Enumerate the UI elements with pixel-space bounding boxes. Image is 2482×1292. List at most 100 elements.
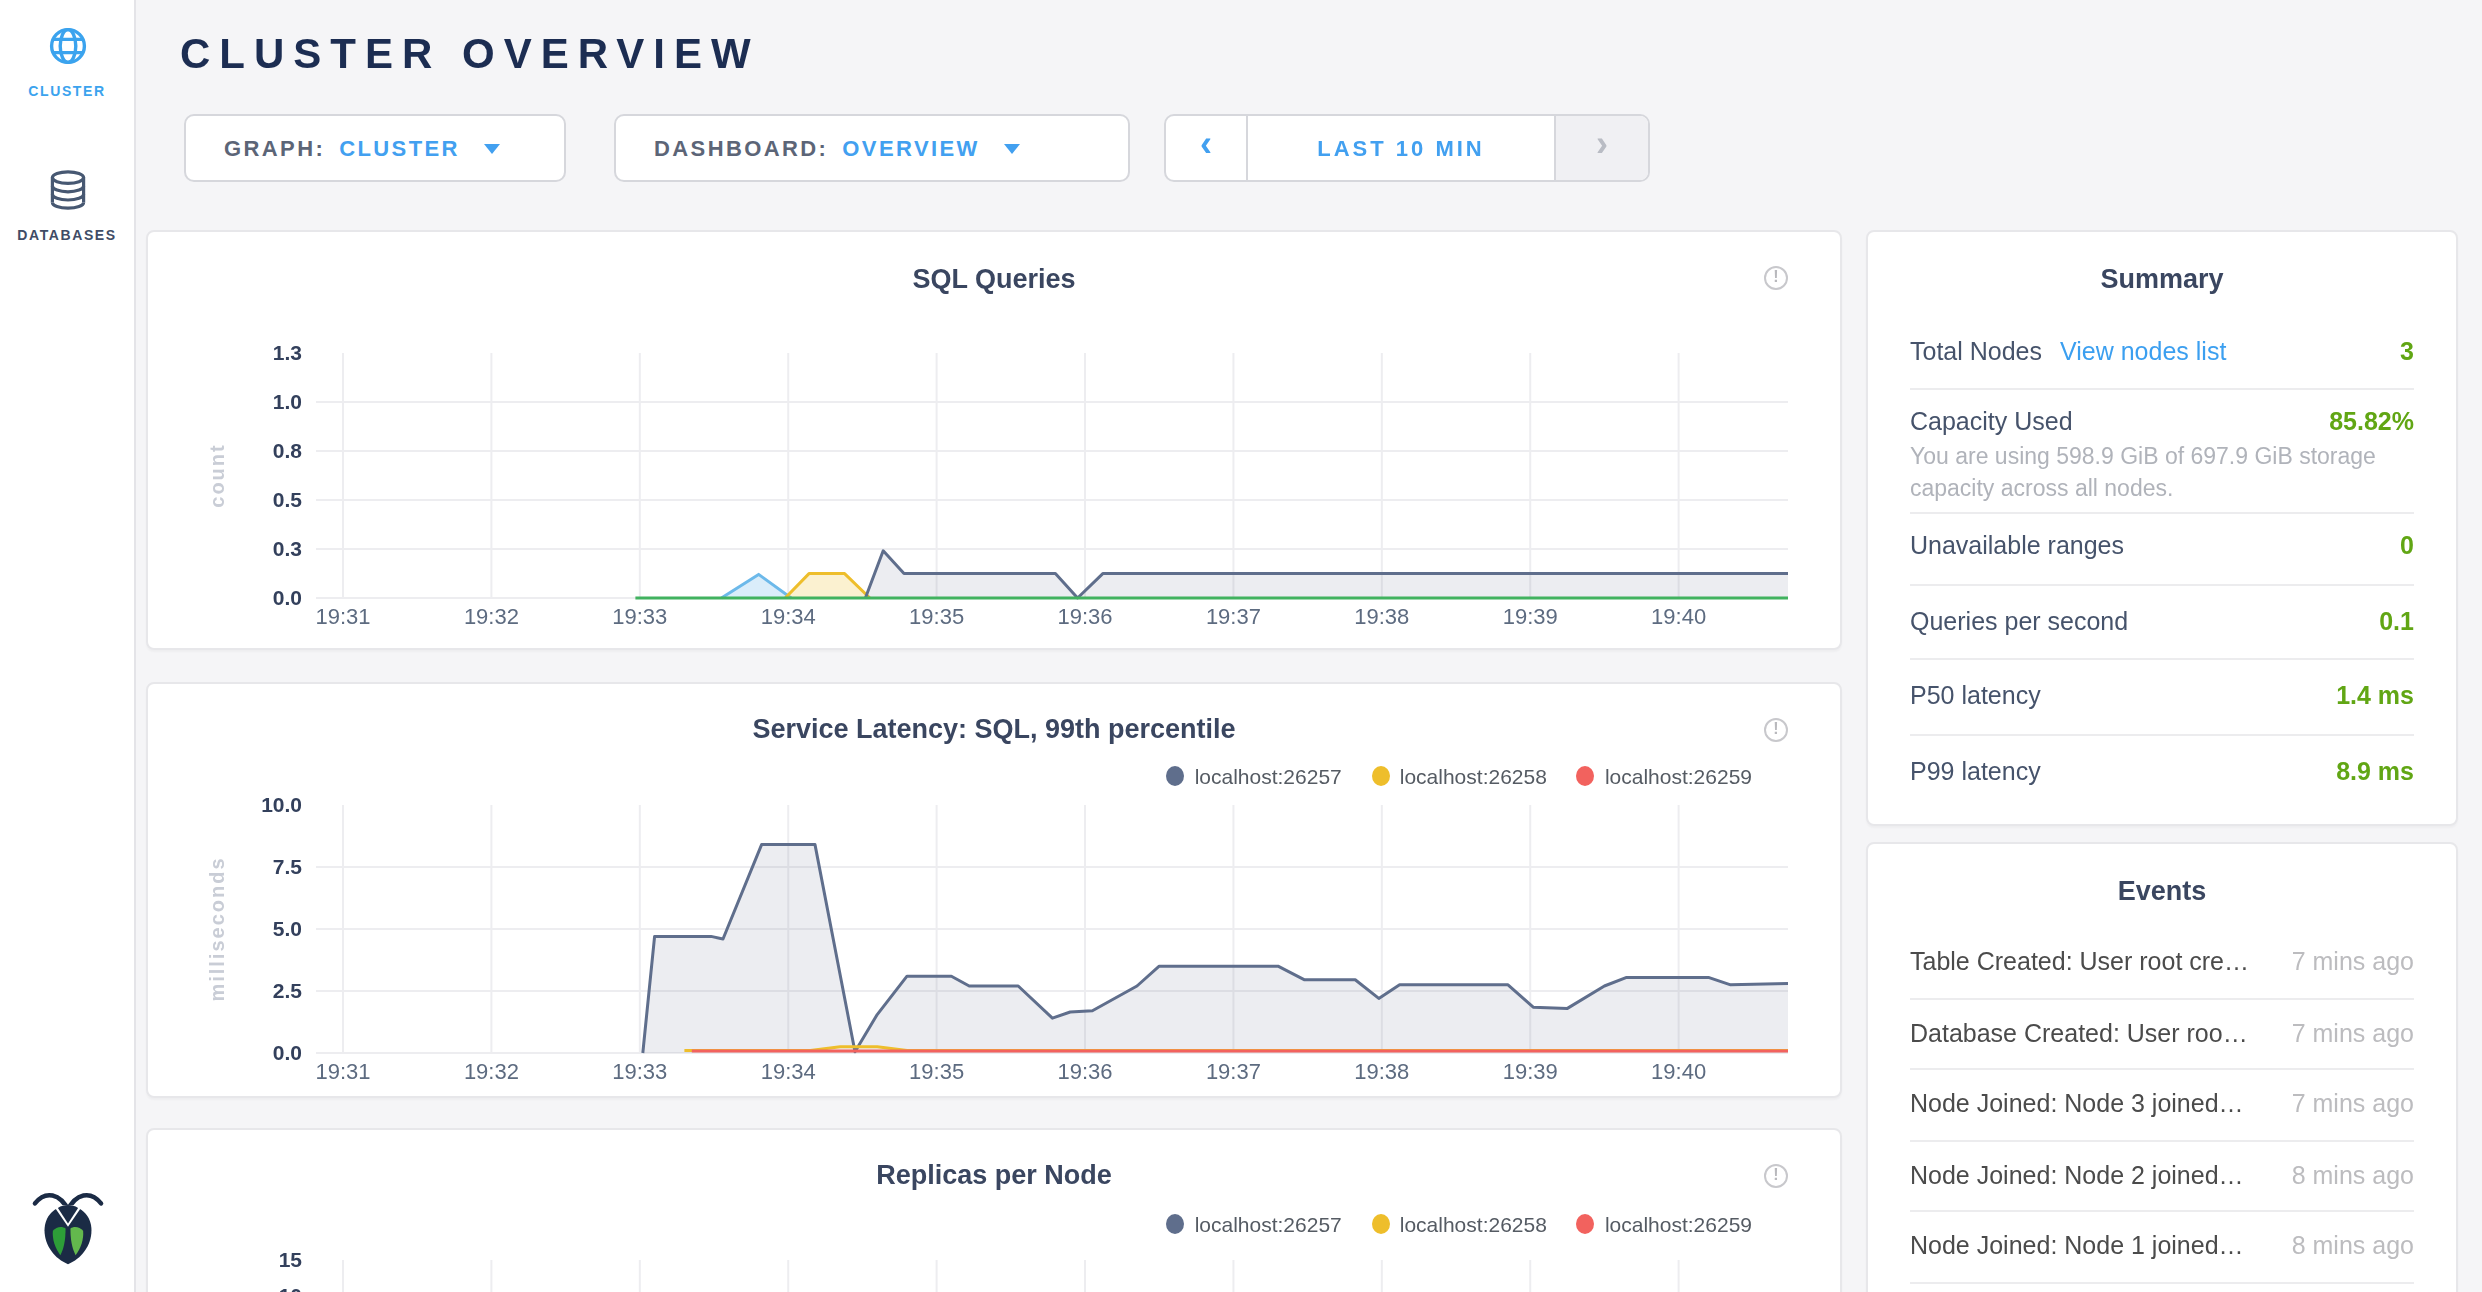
event-time: 8 mins ago: [2292, 1226, 2414, 1266]
divider: [1910, 658, 2414, 660]
event-text: Node Joined: Node 2 joined…: [1910, 1155, 2276, 1195]
chevron-left-icon: ‹: [1200, 124, 1212, 166]
summary-row-value: 0: [2400, 526, 2414, 566]
globe-icon: [45, 24, 89, 68]
summary-row: P50 latency 1.4 ms: [1910, 676, 2414, 716]
chevron-down-icon: [484, 143, 500, 153]
chart-panel-sql-queries: SQL Queries ! 19:3119:3219:3319:3419:351…: [146, 230, 1842, 650]
summary-row-value: 8.9 ms: [2336, 751, 2414, 791]
summary-row-label: P50 latency: [1910, 676, 2041, 716]
svg-text:0.3: 0.3: [273, 537, 302, 560]
svg-text:10: 10: [279, 1284, 302, 1292]
svg-text:0.5: 0.5: [273, 488, 303, 511]
svg-text:19:31: 19:31: [315, 604, 370, 629]
svg-text:10.0: 10.0: [261, 793, 302, 816]
divider: [1910, 997, 2414, 999]
svg-text:milliseconds: milliseconds: [206, 856, 228, 1001]
summary-row: Unavailable ranges 0: [1910, 526, 2414, 566]
sql-queries-chart: 19:3119:3219:3319:3419:3519:3619:3719:38…: [148, 232, 1840, 648]
event-row[interactable]: Table Created: User root cre… 7 mins ago: [1910, 941, 2414, 981]
capacity-note-line1: You are using 598.9 GiB of 697.9 GiB sto…: [1910, 440, 2414, 472]
summary-row-value: 1.4 ms: [2336, 676, 2414, 716]
svg-text:19:38: 19:38: [1354, 1059, 1409, 1084]
event-text: Table Created: User root cre…: [1910, 941, 2276, 981]
summary-row-label: Total Nodes: [1910, 331, 2042, 371]
svg-text:19:35: 19:35: [909, 604, 964, 629]
svg-text:19:37: 19:37: [1206, 604, 1261, 629]
svg-text:19:36: 19:36: [1057, 1059, 1112, 1084]
database-icon: [45, 168, 89, 212]
graph-dropdown[interactable]: GRAPH: CLUSTER: [184, 114, 566, 182]
chevron-right-icon: ›: [1596, 124, 1608, 166]
sidebar-item-cluster[interactable]: CLUSTER: [0, 24, 134, 98]
event-row[interactable]: Node Joined: Node 2 joined… 8 mins ago: [1910, 1155, 2414, 1195]
service-latency-chart: 19:3119:3219:3319:3419:3519:3619:3719:38…: [148, 684, 1840, 1096]
summary-row-label: Queries per second: [1910, 601, 2128, 641]
summary-row: P99 latency 8.9 ms: [1910, 751, 2414, 791]
divider: [1910, 1281, 2414, 1283]
cockroachdb-bug-icon: [28, 1186, 108, 1266]
divider: [1910, 733, 2414, 735]
event-time: 7 mins ago: [2292, 941, 2414, 981]
dashboard-dropdown[interactable]: DASHBOARD: OVERVIEW: [614, 114, 1130, 182]
event-time: 8 mins ago: [2292, 1155, 2414, 1195]
divider: [1910, 1210, 2414, 1212]
time-range-selector: ‹ LAST 10 MIN ›: [1164, 114, 1650, 182]
svg-text:5.0: 5.0: [273, 917, 302, 940]
divider: [1910, 512, 2414, 514]
svg-text:19:40: 19:40: [1651, 1059, 1706, 1084]
svg-text:19:33: 19:33: [612, 604, 667, 629]
svg-text:0.0: 0.0: [273, 586, 302, 609]
summary-row-label: Unavailable ranges: [1910, 526, 2124, 566]
view-nodes-list-link[interactable]: View nodes list: [2060, 331, 2226, 371]
summary-row-value: 0.1: [2379, 601, 2414, 641]
event-row[interactable]: Database Created: User roo…7 mins ago: [1910, 1013, 2414, 1053]
page-title: CLUSTER OVERVIEW: [180, 30, 760, 78]
svg-text:19:37: 19:37: [1206, 1059, 1261, 1084]
dashboard-dropdown-value: OVERVIEW: [842, 136, 979, 160]
divider: [1910, 1068, 2414, 1070]
event-text: Node Joined: Node 3 joined…: [1910, 1084, 2276, 1124]
chevron-down-icon: [1004, 143, 1020, 153]
summary-row-label: P99 latency: [1910, 751, 2041, 791]
sidebar-item-databases[interactable]: DATABASES: [0, 168, 134, 242]
svg-text:2.5: 2.5: [273, 979, 303, 1002]
right-column: Summary Total NodesView nodes list3Capac…: [1866, 230, 2458, 1292]
event-row[interactable]: Node Joined: Node 3 joined… 7 mins ago: [1910, 1084, 2414, 1124]
charts-column: SQL Queries ! 19:3119:3219:3319:3419:351…: [146, 230, 1842, 1292]
sidebar-item-label: CLUSTER: [0, 84, 134, 98]
svg-text:19:38: 19:38: [1354, 604, 1409, 629]
graph-dropdown-value: CLUSTER: [339, 136, 460, 160]
capacity-note-line2: capacity across all nodes.: [1910, 472, 2414, 504]
svg-text:19:31: 19:31: [315, 1059, 370, 1084]
event-time: 7 mins ago: [2292, 1084, 2414, 1124]
svg-text:7.5: 7.5: [273, 855, 303, 878]
sidebar-item-label: DATABASES: [0, 228, 134, 242]
svg-text:19:34: 19:34: [761, 1059, 816, 1084]
dashboard-dropdown-label: DASHBOARD:: [654, 136, 828, 160]
summary-title: Summary: [1868, 264, 2456, 294]
time-next-button[interactable]: ›: [1554, 116, 1648, 180]
chart-panel-service-latency: Service Latency: SQL, 99th percentile ! …: [146, 682, 1842, 1098]
svg-text:19:36: 19:36: [1057, 604, 1112, 629]
summary-row: Queries per second 0.1: [1910, 601, 2414, 641]
summary-row-label: Capacity Used: [1910, 402, 2073, 442]
summary-row-value: 85.82%: [2329, 402, 2414, 442]
svg-text:19:40: 19:40: [1651, 604, 1706, 629]
svg-text:19:32: 19:32: [464, 1059, 519, 1084]
svg-text:count: count: [206, 443, 228, 507]
svg-text:19:32: 19:32: [464, 604, 519, 629]
event-row[interactable]: Node Joined: Node 1 joined… 8 mins ago: [1910, 1226, 2414, 1266]
sidebar: CLUSTER DATABASES: [0, 0, 136, 1292]
svg-text:19:33: 19:33: [612, 1059, 667, 1084]
events-card: Events Table Created: User root cre… 7 mi…: [1866, 842, 2458, 1292]
svg-text:1.3: 1.3: [273, 341, 302, 364]
events-title: Events: [1868, 876, 2456, 906]
cockroachdb-logo[interactable]: [0, 1186, 136, 1274]
time-range-value[interactable]: LAST 10 MIN: [1248, 116, 1554, 180]
event-text: Node Joined: Node 1 joined…: [1910, 1226, 2276, 1266]
summary-row: Total NodesView nodes list3: [1910, 331, 2414, 371]
time-prev-button[interactable]: ‹: [1166, 116, 1248, 180]
event-time: 7 mins ago: [2292, 1013, 2414, 1053]
svg-text:1.0: 1.0: [273, 390, 302, 413]
